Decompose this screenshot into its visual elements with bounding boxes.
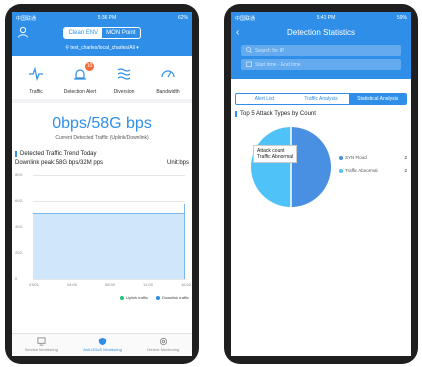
x-tick-label: 12:00: [143, 282, 154, 287]
clock-label: 5:36 PM: [97, 15, 117, 21]
search-icon: [246, 47, 252, 53]
location-label: test_charles/local_charles/All ▾: [70, 45, 139, 51]
trend-info: Downlink peak:58G bps/32M pps Unit:bps: [12, 157, 192, 169]
legend-downlink-label: Downlink traffic: [161, 295, 189, 300]
status-bar-right: 中国联通 5:41 PM 59%: [231, 12, 411, 24]
x-tick-label: 03/01: [29, 282, 40, 287]
detection-alert-label: Detection Alert: [63, 89, 97, 95]
current-traffic-value: 0bps/58G bps: [52, 115, 152, 132]
pie-slice-traffic-abnormal[interactable]: [251, 127, 291, 207]
tab-traffic-analysis[interactable]: Traffic Analysis: [293, 94, 350, 104]
right-screen: 中国联通 5:41 PM 59% ‹ Detection Statistics …: [231, 12, 411, 356]
downlink-area: [33, 213, 185, 279]
tab-service-monitoring[interactable]: Service Monitoring: [25, 334, 58, 356]
current-traffic: 0bps/58G bps Current Detected Traffic (U…: [12, 115, 192, 141]
pie-legend-syn-label: SYN Flood: [345, 155, 367, 160]
pie-legend-abnormal-value: 2: [404, 168, 407, 173]
grid-line: [33, 175, 185, 176]
gauge-icon: [161, 70, 175, 78]
right-phone: 中国联通 5:41 PM 59% ‹ Detection Statistics …: [224, 4, 418, 364]
diversion-label: Diversion: [113, 89, 135, 95]
carrier-label: 中国联通: [16, 15, 37, 22]
alert-count-badge: 10: [85, 62, 94, 71]
pie-legend-syn: SYN Flood 2: [339, 155, 407, 160]
y-tick-label: 40G: [15, 224, 23, 229]
pie-legend-abnormal-label: Traffic Abnormal: [345, 168, 378, 173]
current-traffic-caption: Current Detected Traffic (Uplink/Downlin…: [55, 135, 149, 141]
clean-env-tab[interactable]: Clean ENV: [64, 28, 103, 38]
clock-label-right: 5:41 PM: [316, 15, 336, 21]
y-tick-label: 20G: [15, 250, 23, 255]
x-tick-label: 08:00: [105, 282, 116, 287]
x-tick-label: 16:00: [181, 282, 192, 287]
legend-uplink: Uplink traffic: [120, 295, 148, 300]
back-arrow-icon[interactable]: ‹: [236, 24, 239, 42]
unit-label: Unit:bps: [166, 160, 189, 166]
user-icon[interactable]: [17, 26, 29, 38]
page-title: Detection Statistics: [286, 28, 356, 37]
location-pin-icon: ⚲: [65, 45, 69, 51]
left-phone: 中国联通 5:36 PM 62% Clean ENV MON Point ⚲ t…: [5, 4, 199, 364]
legend-uplink-label: Uplink traffic: [126, 295, 148, 300]
ip-search-input[interactable]: Search for IP: [241, 45, 401, 56]
detection-header: 中国联通 5:41 PM 59% ‹ Detection Statistics …: [231, 12, 411, 79]
detection-alert-button[interactable]: 10 Detection Alert: [60, 62, 100, 95]
y-tick-label: 0: [15, 276, 18, 281]
battery-label: 62%: [177, 15, 188, 21]
tab-alert-list[interactable]: Alert List: [236, 94, 293, 104]
battery-label-right: 59%: [396, 15, 407, 21]
tab-anti-ddos[interactable]: Anti-DDoS Monitoring: [83, 334, 122, 356]
tooltip-line2: Traffic Abnormal: [257, 154, 294, 160]
pie-chart: [251, 127, 331, 207]
pulse-icon: [29, 66, 43, 82]
shield-icon: [98, 337, 107, 346]
analysis-tabs: Alert List Traffic Analysis Statistical …: [235, 93, 407, 105]
pie-legend-abnormal: Traffic Abnormal 2: [339, 168, 407, 173]
gear-icon: [159, 337, 167, 346]
grid-line: [33, 279, 185, 280]
calendar-icon: [246, 61, 252, 67]
function-grid: Traffic 10 Detection Alert Diversion Ban…: [12, 56, 192, 103]
status-bar: 中国联通 5:36 PM 62%: [12, 12, 192, 24]
legend-downlink: Downlink traffic: [155, 295, 189, 300]
monitor-icon: [37, 337, 46, 346]
waves-icon: [117, 68, 131, 80]
top-header: 中国联通 5:36 PM 62% Clean ENV MON Point ⚲ t…: [12, 12, 192, 56]
bottom-tab-bar: Service Monitoring Anti-DDoS Monitoring …: [12, 333, 192, 356]
x-tick-label: 04:00: [67, 282, 78, 287]
traffic-button[interactable]: Traffic: [16, 66, 56, 95]
tab-device-label: Device Monitoring: [147, 347, 180, 352]
mon-point-tab[interactable]: MON Point: [102, 28, 139, 38]
downlink-peak: Downlink peak:58G bps/32M pps: [15, 160, 104, 166]
tab-device-monitoring[interactable]: Device Monitoring: [147, 334, 179, 356]
left-screen: 中国联通 5:36 PM 62% Clean ENV MON Point ⚲ t…: [12, 12, 192, 356]
bandwidth-label: Bandwidth: [156, 89, 180, 95]
bandwidth-button[interactable]: Bandwidth: [148, 66, 188, 95]
time-range-input[interactable]: Start time - End time: [241, 59, 401, 70]
pie-legend-syn-value: 2: [404, 155, 407, 160]
diversion-button[interactable]: Diversion: [104, 66, 144, 95]
section-title: Top 5 Attack Types by Count: [235, 111, 411, 117]
chart-legend: Uplink traffic Downlink traffic: [12, 295, 192, 300]
location-selector[interactable]: ⚲ test_charles/local_charles/All ▾: [12, 42, 192, 56]
attack-types-pie: Attack count Traffic Abnormal SYN Flood …: [231, 127, 411, 227]
traffic-trend-chart: 80G 60G 40G 20G 0 03/01 04:00 08:00 12:00 16:00: [15, 169, 192, 293]
tab-statistical-analysis[interactable]: Statistical Analysis: [349, 94, 406, 104]
y-tick-label: 60G: [15, 198, 23, 203]
pie-slice-syn-flood[interactable]: [291, 127, 331, 207]
ip-search-placeholder: Search for IP: [255, 47, 285, 54]
tab-service-label: Service Monitoring: [24, 347, 58, 352]
grid-line: [33, 201, 185, 202]
environment-switch: Clean ENV MON Point: [63, 27, 141, 39]
y-tick-label: 80G: [15, 172, 23, 177]
pie-tooltip: Attack count Traffic Abnormal: [253, 145, 298, 163]
tab-anti-ddos-label: Anti-DDoS Monitoring: [83, 347, 122, 352]
traffic-label: Traffic: [29, 89, 43, 95]
carrier-label-right: 中国联通: [235, 15, 256, 22]
downlink-peak-spike: [184, 203, 185, 279]
time-range-placeholder: Start time - End time: [255, 61, 301, 68]
